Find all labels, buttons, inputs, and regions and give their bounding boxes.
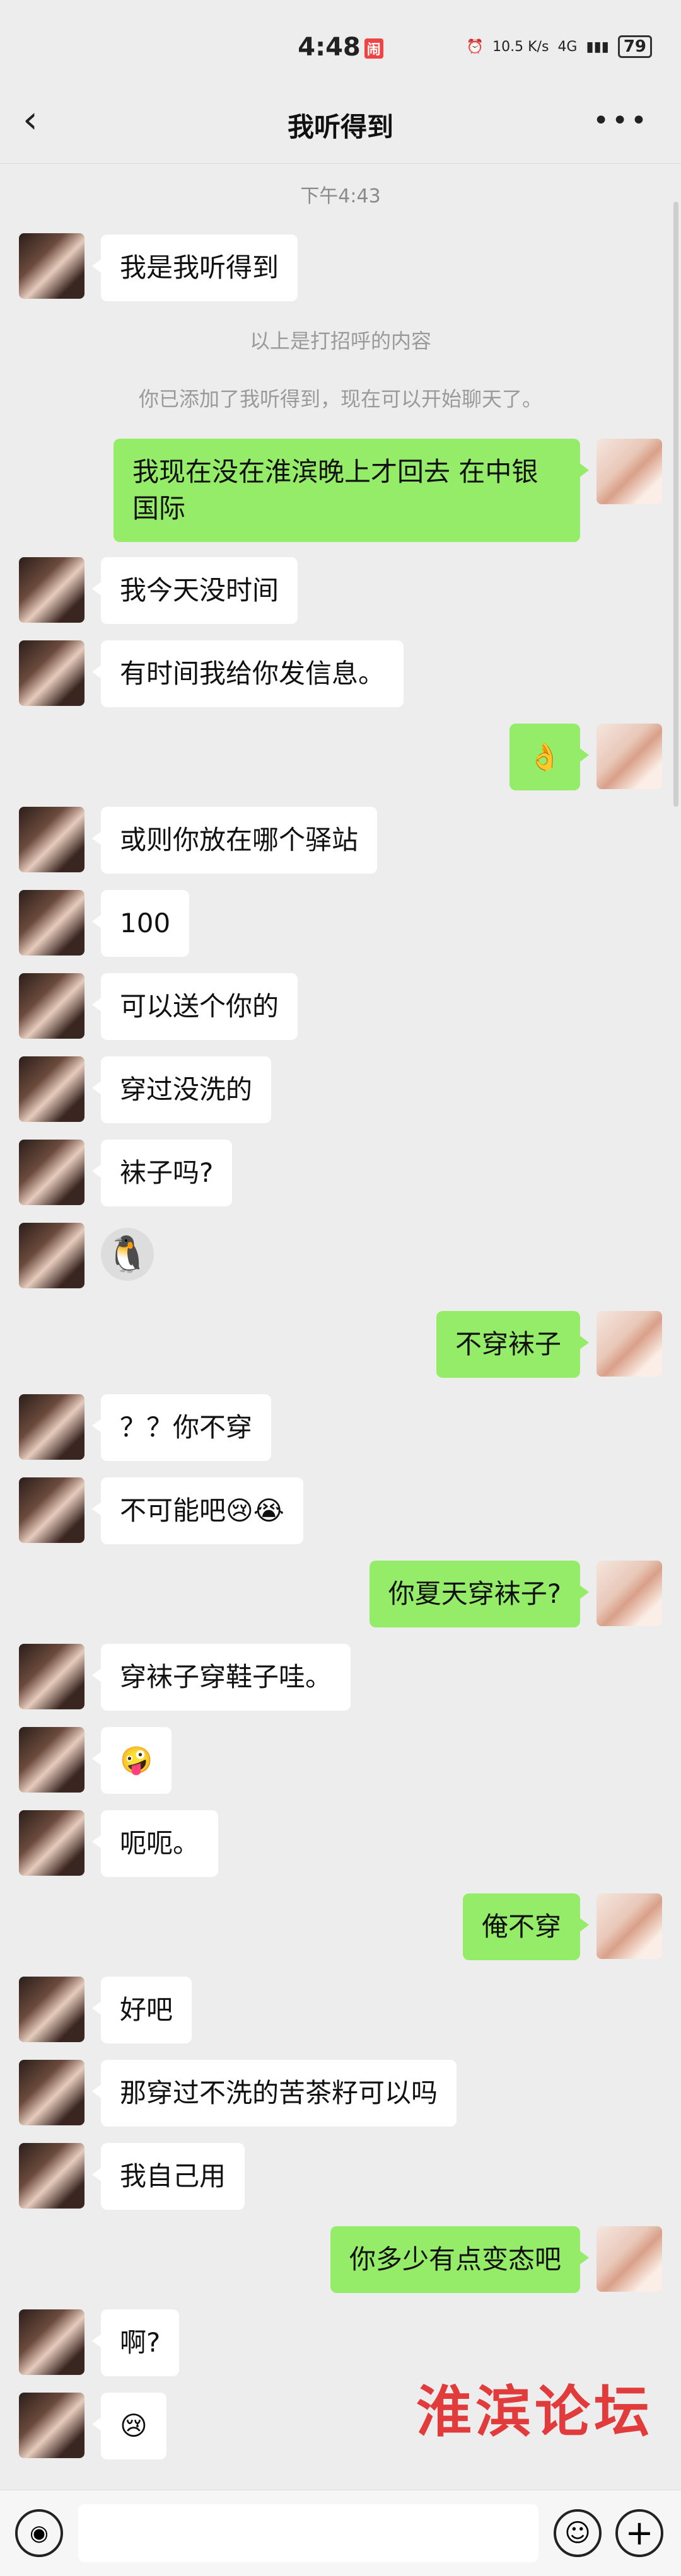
message-bubble[interactable]: 我今天没时间 [91,557,298,624]
message-bubble[interactable]: 我是我听得到 [91,234,298,301]
message-bubble[interactable]: 穿过没洗的 [91,1056,272,1123]
contact-avatar[interactable] [19,1727,84,1793]
alarm-icon: ⏰ [466,38,484,55]
message-bubble[interactable]: 那穿过不洗的苦茶籽可以吗 [91,2060,457,2127]
contact-avatar[interactable] [19,1056,84,1122]
page-title: 我听得到 [287,112,393,142]
contact-avatar[interactable] [19,1977,84,2042]
contact-avatar[interactable] [19,2309,84,2375]
status-badge: 闹 [364,38,383,59]
my-avatar[interactable] [597,1311,662,1377]
chat-header: ‹ 我听得到 ••• [0,76,681,164]
status-icons: ⏰ 10.5 K/s 4G ▮▮▮ 79 [467,35,652,58]
message-bubble[interactable]: 袜子吗? [91,1140,233,1206]
battery-icon: 79 [617,35,652,58]
my-avatar[interactable] [597,1561,662,1626]
message-bubble[interactable]: 有时间我给你发信息。 [91,640,404,707]
contact-avatar[interactable] [19,2393,84,2458]
message-bubble[interactable]: 不穿袜子 [436,1311,590,1378]
message-bubble[interactable]: 你夏天穿袜子? [369,1561,590,1627]
message-bubble[interactable]: 不可能吧😢😭 [92,1477,303,1544]
plus-icon[interactable]: + [615,2509,663,2557]
message-bubble[interactable]: 🤪 [91,1727,172,1794]
contact-avatar[interactable] [19,640,84,706]
message-bubble[interactable]: 👌 [509,724,590,790]
network-speed: 10.5 K/s [492,38,549,55]
message-bubble[interactable]: 😢 [92,2393,166,2459]
input-bar: ◉ ☺ + [0,2490,681,2576]
message-bubble[interactable]: 或则你放在哪个驿站 [91,807,378,874]
message-bubble[interactable]: 你多少有点变态吧 [330,2226,590,2293]
message-input[interactable] [78,2504,538,2562]
contact-avatar[interactable] [19,233,84,299]
signal-icon: ▮▮▮ [586,38,609,55]
contact-avatar[interactable] [19,973,84,1039]
message-bubble[interactable]: 俺不穿 [462,1893,590,1960]
emoji-icon[interactable]: ☺ [554,2509,602,2557]
message-bubble[interactable]: 我现在没在淮滨晚上才回去 在中银国际 [114,439,589,542]
contact-avatar[interactable] [19,2143,84,2209]
message-bubble[interactable]: 好吧 [91,1977,192,2043]
contact-avatar[interactable] [19,1477,84,1543]
message-bubble[interactable]: 呃呃。 [91,1810,219,1877]
contact-avatar[interactable] [19,890,84,956]
contact-avatar[interactable] [19,1140,84,1205]
message-bubble[interactable]: ？？你不穿 [91,1394,272,1461]
more-icon[interactable]: ••• [593,105,649,137]
my-avatar[interactable] [597,724,662,789]
contact-avatar[interactable] [19,807,84,872]
my-avatar[interactable] [597,1893,662,1959]
system-message: 以上是打招呼的内容 [249,329,431,353]
system-message: 你已添加了我听得到，现在可以开始聊天了。 [138,387,542,411]
contact-avatar[interactable] [19,557,84,623]
my-avatar[interactable] [597,439,662,504]
my-avatar[interactable] [597,2226,662,2292]
contact-avatar[interactable] [19,2060,84,2125]
contact-avatar[interactable] [19,1394,84,1460]
message-bubble[interactable]: 可以送个你的 [91,973,298,1040]
signal-label: 4G [557,38,578,55]
message-bubble[interactable]: 100 [91,890,190,957]
message-timestamp: 下午4:43 [300,185,381,207]
contact-avatar[interactable] [19,1810,84,1876]
message-bubble[interactable]: 啊? [91,2309,180,2376]
message-bubble[interactable]: 我自己用 [91,2143,245,2210]
penguin-sticker[interactable]: 🐧 [101,1228,154,1281]
message-bubble[interactable]: 穿袜子穿鞋子哇。 [91,1644,351,1711]
forum-watermark: 淮滨论坛 [416,2379,654,2444]
status-bar: 4:48 闹 ⏰ 10.5 K/s 4G ▮▮▮ 79 [0,0,681,76]
contact-avatar[interactable] [19,1644,84,1709]
voice-icon[interactable]: ◉ [15,2509,63,2557]
contact-avatar[interactable] [19,1223,84,1288]
chat-area: 下午4:43 我是我听得到 以上是打招呼的内容 你已添加了我听得到，现在可以开始… [0,164,681,2490]
